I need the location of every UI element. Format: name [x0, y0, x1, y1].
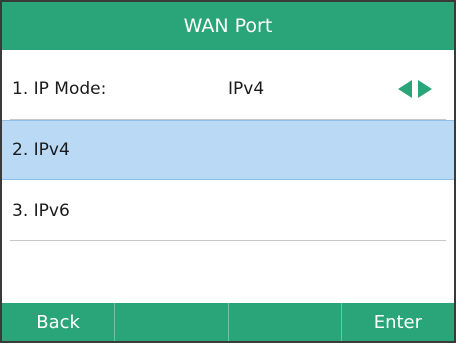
menu-item-ipv6[interactable]: 3. IPv6	[2, 182, 454, 240]
softkey-2[interactable]	[115, 303, 229, 341]
ip-mode-value: IPv4	[228, 79, 265, 99]
menu-item-ipv4[interactable]: 2. IPv4	[2, 120, 454, 180]
title-bar: WAN Port	[2, 2, 454, 50]
arrow-left-icon[interactable]	[398, 80, 412, 98]
softkey-enter[interactable]: Enter	[342, 303, 454, 341]
value-switcher[interactable]	[398, 60, 432, 118]
arrow-right-icon[interactable]	[418, 80, 432, 98]
divider	[10, 240, 446, 241]
softkey-back[interactable]: Back	[2, 303, 116, 341]
menu-item-label: 2. IPv4	[12, 140, 70, 160]
phone-screen: WAN Port 1. IP Mode: IPv4 2. IPv4 3. IPv…	[0, 0, 456, 343]
menu-item-ip-mode[interactable]: 1. IP Mode: IPv4	[2, 60, 454, 118]
menu-item-label: 1. IP Mode:	[12, 79, 107, 99]
menu-item-label: 3. IPv6	[12, 201, 70, 221]
page-title: WAN Port	[183, 15, 273, 37]
softkey-3[interactable]	[229, 303, 342, 341]
softkey-bar: Back Enter	[2, 303, 454, 341]
